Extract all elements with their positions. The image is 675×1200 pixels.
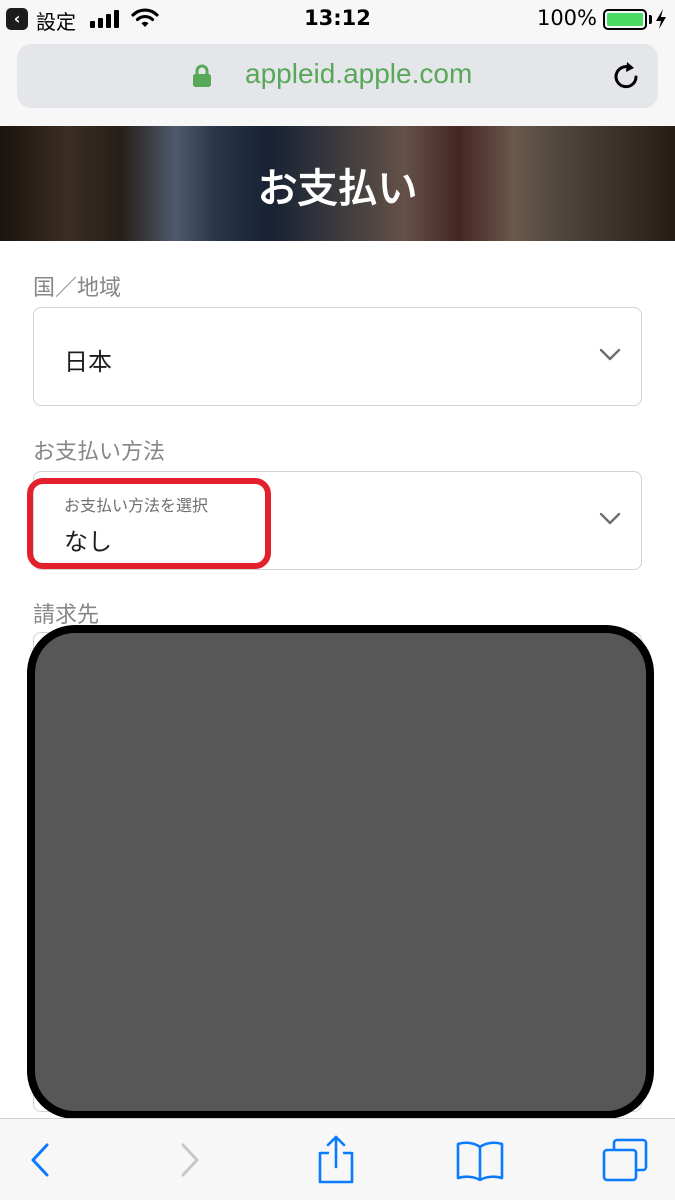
charging-bolt-icon [656,9,666,29]
country-label: 国／地域 [33,276,122,301]
address-bar[interactable]: appleid.apple.com [17,44,658,108]
share-button[interactable] [296,1119,376,1200]
page-title: お支払い [257,166,418,212]
bookmarks-icon [456,1141,504,1181]
forward-icon [181,1143,199,1177]
tabs-button[interactable] [585,1119,665,1200]
battery-percent: 100% [536,6,597,30]
back-button[interactable] [0,1119,80,1200]
browser-address-area: appleid.apple.com [0,38,675,126]
lock-icon [193,64,211,87]
status-bar: ‹ 設定 13:12 100% [0,0,675,38]
page-banner: お支払い [0,126,675,241]
payment-method-label: お支払い方法 [33,440,166,465]
battery-tip [649,15,652,24]
url-text[interactable]: appleid.apple.com [245,58,472,90]
back-to-app-icon[interactable]: ‹ [6,8,28,30]
tabs-icon [602,1138,648,1182]
forward-button[interactable] [150,1119,230,1200]
battery-icon [603,9,647,30]
bookmarks-button[interactable] [440,1119,520,1200]
browser-toolbar [0,1118,675,1200]
chevron-down-icon [599,348,621,361]
wifi-icon [131,8,159,27]
country-value: 日本 [64,348,112,376]
redaction-overlay [27,625,654,1119]
back-icon [31,1143,49,1177]
country-select[interactable]: 日本 [33,307,642,406]
share-icon [318,1135,354,1184]
chevron-down-icon [599,512,621,525]
back-to-app-label[interactable]: 設定 [36,6,76,35]
battery-fill [607,13,643,26]
highlight-annotation [27,478,271,569]
cellular-signal-icon [90,10,122,28]
reload-icon[interactable] [610,60,642,92]
